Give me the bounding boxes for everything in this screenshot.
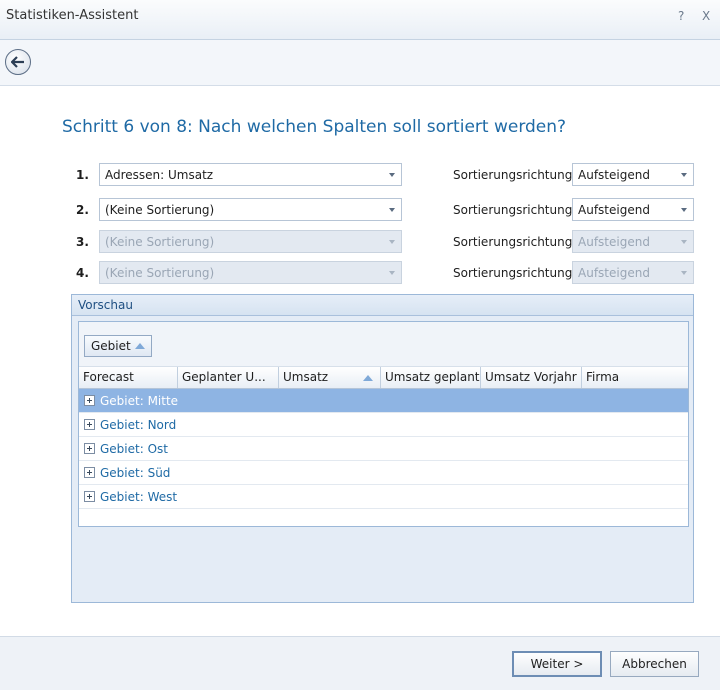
group-panel: Gebiet — [79, 322, 688, 367]
group-row-sued[interactable]: Gebiet: Süd — [79, 461, 688, 485]
sort-direction-select-2[interactable]: Aufsteigend — [572, 198, 694, 221]
sort-row-3: 3. (Keine Sortierung) Sortierungsrichtun… — [0, 230, 720, 254]
expand-icon[interactable] — [84, 419, 95, 430]
chevron-down-icon — [681, 208, 687, 212]
cancel-button[interactable]: Abbrechen — [610, 651, 699, 677]
sort-row-number: 3. — [76, 235, 89, 249]
sort-row-number: 1. — [76, 168, 89, 182]
step-heading: Schritt 6 von 8: Nach welchen Spalten so… — [62, 117, 567, 137]
sort-direction-select-4: Aufsteigend — [572, 261, 694, 284]
navigation-bar — [0, 40, 720, 86]
chevron-down-icon — [389, 240, 395, 244]
sort-direction-label: Sortierungsrichtung — [453, 168, 573, 182]
column-header-umsatz[interactable]: Umsatz — [279, 367, 381, 388]
close-icon[interactable]: X — [702, 9, 710, 23]
sort-field-select-4: (Keine Sortierung) — [99, 261, 402, 284]
group-row-label: Gebiet: West — [100, 489, 178, 504]
sort-row-1: 1. Adressen: Umsatz Sortierungsrichtung … — [0, 163, 720, 187]
sort-direction-value: Aufsteigend — [578, 203, 650, 217]
sort-direction-value: Aufsteigend — [578, 235, 650, 249]
sort-field-value: (Keine Sortierung) — [105, 235, 215, 249]
expand-icon[interactable] — [84, 491, 95, 502]
group-row-label: Gebiet: Süd — [100, 465, 171, 480]
expand-icon[interactable] — [84, 443, 95, 454]
sort-row-2: 2. (Keine Sortierung) Sortierungsrichtun… — [0, 198, 720, 222]
sort-direction-select-3: Aufsteigend — [572, 230, 694, 253]
expand-icon[interactable] — [84, 467, 95, 478]
arrow-left-icon — [11, 56, 24, 68]
preview-panel: Vorschau Gebiet Forecast Geplanter U... … — [71, 294, 694, 603]
column-header-firma[interactable]: Firma — [582, 367, 688, 388]
back-button[interactable] — [5, 49, 31, 75]
preview-title: Vorschau — [72, 295, 693, 316]
column-header-row: Forecast Geplanter U... Umsatz Umsatz ge… — [79, 367, 688, 389]
sort-direction-label: Sortierungsrichtung — [453, 235, 573, 249]
column-header-forecast[interactable]: Forecast — [79, 367, 178, 388]
chevron-down-icon — [681, 240, 687, 244]
expand-icon[interactable] — [84, 395, 95, 406]
chevron-down-icon — [681, 173, 687, 177]
chevron-down-icon — [389, 173, 395, 177]
next-button[interactable]: Weiter > — [512, 651, 602, 677]
sort-row-4: 4. (Keine Sortierung) Sortierungsrichtun… — [0, 261, 720, 285]
sort-direction-select-1[interactable]: Aufsteigend — [572, 163, 694, 186]
sort-direction-label: Sortierungsrichtung — [453, 266, 573, 280]
sort-field-value: (Keine Sortierung) — [105, 266, 215, 280]
title-bar: Statistiken-Assistent ? X — [0, 0, 720, 40]
chevron-down-icon — [389, 208, 395, 212]
sort-field-select-3: (Keine Sortierung) — [99, 230, 402, 253]
column-header-umsatz-geplant[interactable]: Umsatz geplant — [381, 367, 481, 388]
sort-direction-value: Aufsteigend — [578, 168, 650, 182]
group-row-ost[interactable]: Gebiet: Ost — [79, 437, 688, 461]
column-header-umsatz-vorjahr[interactable]: Umsatz Vorjahr — [481, 367, 582, 388]
sort-direction-label: Sortierungsrichtung — [453, 203, 573, 217]
sort-field-value: (Keine Sortierung) — [105, 203, 215, 217]
group-row-label: Gebiet: Ost — [100, 441, 168, 456]
chevron-down-icon — [389, 271, 395, 275]
sort-field-select-1[interactable]: Adressen: Umsatz — [99, 163, 402, 186]
group-row-west[interactable]: Gebiet: West — [79, 485, 688, 509]
sort-ascending-icon — [134, 343, 145, 349]
group-row-mitte[interactable]: Gebiet: Mitte — [79, 389, 688, 413]
sort-field-value: Adressen: Umsatz — [105, 168, 214, 182]
sort-direction-value: Aufsteigend — [578, 266, 650, 280]
sort-row-number: 4. — [76, 266, 89, 280]
column-header-label: Umsatz — [283, 370, 329, 384]
group-chip-label: Gebiet — [91, 339, 131, 353]
footer-bar: Weiter > Abbrechen — [0, 636, 720, 690]
preview-grid: Gebiet Forecast Geplanter U... Umsatz Um… — [78, 321, 689, 527]
group-row-label: Gebiet: Nord — [100, 417, 177, 432]
window-title: Statistiken-Assistent — [6, 8, 139, 23]
sort-field-select-2[interactable]: (Keine Sortierung) — [99, 198, 402, 221]
group-row-nord[interactable]: Gebiet: Nord — [79, 413, 688, 437]
sort-row-number: 2. — [76, 203, 89, 217]
column-header-geplanter-umsatz[interactable]: Geplanter U... — [178, 367, 279, 388]
help-icon[interactable]: ? — [678, 9, 684, 23]
sort-ascending-icon — [363, 375, 373, 381]
group-chip-gebiet[interactable]: Gebiet — [84, 335, 152, 357]
group-row-label: Gebiet: Mitte — [100, 393, 179, 408]
chevron-down-icon — [681, 271, 687, 275]
